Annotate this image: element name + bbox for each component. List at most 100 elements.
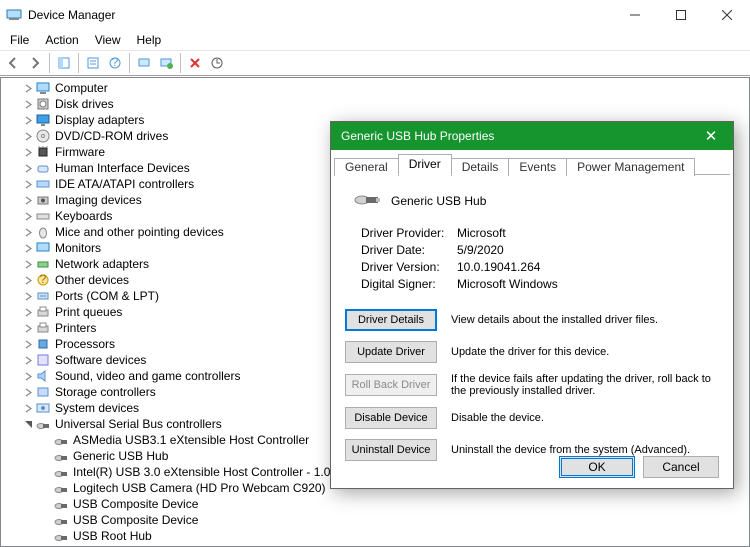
chevron-right-icon[interactable] [21,180,35,189]
tree-child[interactable]: USB Composite Device [21,512,749,528]
chevron-right-icon[interactable] [21,132,35,141]
ok-button[interactable]: OK [559,456,635,478]
chevron-right-icon[interactable] [21,292,35,301]
tree-node-label: Other devices [55,272,129,288]
tree-node-label: USB Root Hub [73,528,152,544]
maximize-button[interactable] [658,0,704,30]
usb-icon [53,448,69,464]
device-category-icon [35,192,51,208]
usb-icon [53,464,69,480]
tree-node-label: Network adapters [55,256,149,272]
back-button[interactable] [2,52,24,74]
chevron-right-icon[interactable] [21,324,35,333]
tree-node-label: Software devices [55,352,146,368]
chevron-right-icon[interactable] [21,84,35,93]
provider-value: Microsoft [457,226,506,240]
driver-details-button[interactable]: Driver Details [345,309,437,331]
show-hide-tree-button[interactable] [53,52,75,74]
menu-view[interactable]: View [87,31,129,49]
tree-node[interactable]: Disk drives [3,96,749,112]
device-category-icon [35,208,51,224]
tree-node-label: Imaging devices [55,192,142,208]
tab-details[interactable]: Details [451,158,510,176]
chevron-right-icon[interactable] [21,404,35,413]
chevron-right-icon[interactable] [21,340,35,349]
usb-icon [35,416,51,432]
scan-button[interactable] [133,52,155,74]
chevron-right-icon[interactable] [21,356,35,365]
chevron-right-icon[interactable] [21,308,35,317]
forward-button[interactable] [24,52,46,74]
window-title: Device Manager [28,8,612,22]
tab-events[interactable]: Events [508,158,567,176]
chevron-right-icon[interactable] [21,196,35,205]
device-category-icon [35,368,51,384]
minimize-button[interactable] [612,0,658,30]
dialog-titlebar[interactable]: Generic USB Hub Properties ✕ [331,122,733,150]
provider-label: Driver Provider: [361,226,457,240]
properties-dialog: Generic USB Hub Properties ✕ General Dri… [330,121,734,489]
usb-icon [53,528,69,544]
menu-file[interactable]: File [2,31,37,49]
device-category-icon [35,256,51,272]
chevron-right-icon[interactable] [21,388,35,397]
chevron-right-icon[interactable] [21,276,35,285]
properties-button[interactable] [82,52,104,74]
tree-node-label: Display adapters [55,112,144,128]
chevron-right-icon[interactable] [21,260,35,269]
chevron-right-icon[interactable] [21,228,35,237]
add-legacy-button[interactable] [155,52,177,74]
tree-node[interactable]: Computer [3,80,749,96]
signer-label: Digital Signer: [361,277,457,291]
tab-driver[interactable]: Driver [398,154,452,175]
device-category-icon [35,384,51,400]
usb-hub-icon [353,189,381,212]
chevron-right-icon[interactable] [21,212,35,221]
svg-text:?: ? [112,56,119,69]
cancel-button[interactable]: Cancel [643,456,719,478]
usb-icon [53,432,69,448]
tree-node-label: Monitors [55,240,101,256]
chevron-right-icon[interactable] [21,116,35,125]
tab-general[interactable]: General [334,158,399,176]
help-button[interactable]: ? [104,52,126,74]
uninstall-device-button[interactable]: Uninstall Device [345,439,437,461]
menu-help[interactable]: Help [129,31,170,49]
update-driver-button[interactable]: Update Driver [345,341,437,363]
chevron-right-icon[interactable] [21,164,35,173]
tree-node-label: DVD/CD-ROM drives [55,128,168,144]
tree-node-label: ASMedia USB3.1 eXtensible Host Controlle… [73,432,309,448]
update-driver-button[interactable] [206,52,228,74]
usb-icon [53,512,69,528]
tree-node-label: Keyboards [55,208,112,224]
chevron-down-icon[interactable] [21,420,35,429]
chevron-right-icon[interactable] [21,372,35,381]
device-category-icon [35,128,51,144]
chevron-right-icon[interactable] [21,100,35,109]
device-category-icon [35,96,51,112]
device-category-icon [35,400,51,416]
device-category-icon [35,304,51,320]
device-name: Generic USB Hub [391,194,486,208]
tree-node-label: USB Composite Device [73,512,198,528]
toolbar-sep [129,53,130,73]
menu-action[interactable]: Action [37,31,86,49]
tree-node-label: Disk drives [55,96,114,112]
usb-icon [53,496,69,512]
tree-node-label: Processors [55,336,115,352]
tree-child[interactable]: USB Composite Device [21,496,749,512]
device-category-icon [35,336,51,352]
window-controls [612,0,750,30]
tree-node-label: Generic USB Hub [73,448,168,464]
chevron-right-icon[interactable] [21,148,35,157]
tree-node-label: Logitech USB Camera (HD Pro Webcam C920) [73,480,326,496]
tree-child[interactable]: USB Root Hub [21,528,749,544]
close-button[interactable] [704,0,750,30]
device-category-icon [35,176,51,192]
tab-power-management[interactable]: Power Management [566,158,695,176]
dialog-close-button[interactable]: ✕ [695,125,727,147]
device-category-icon: ? [35,272,51,288]
disable-device-button[interactable]: Disable Device [345,407,437,429]
uninstall-button[interactable] [184,52,206,74]
chevron-right-icon[interactable] [21,244,35,253]
